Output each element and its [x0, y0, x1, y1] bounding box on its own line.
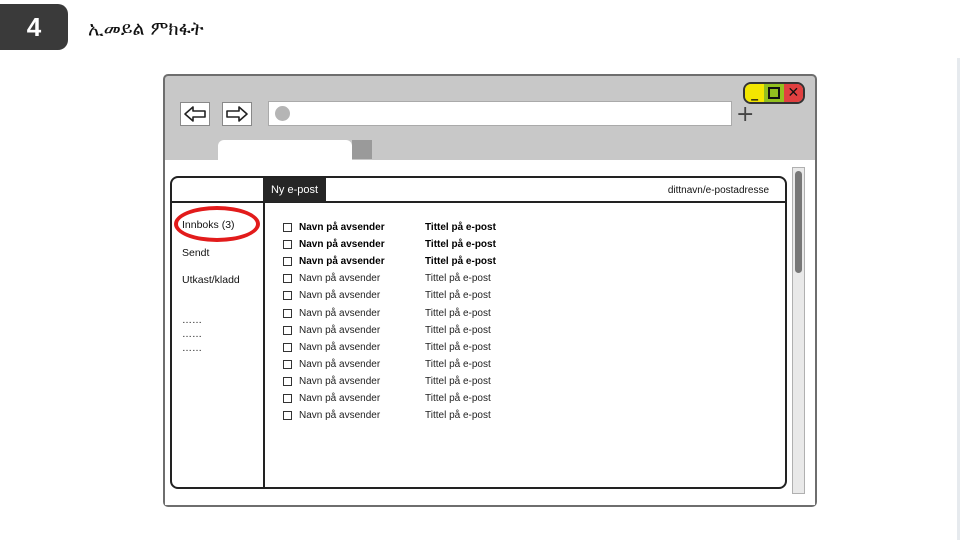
message-checkbox[interactable]	[283, 223, 292, 233]
message-subject: Tittel på e-post	[425, 324, 491, 336]
message-sender: Navn på avsender	[299, 307, 381, 319]
maximize-button[interactable]	[764, 84, 784, 102]
message-sender: Navn på avsender	[299, 392, 381, 404]
message-sender: Navn på avsender	[299, 256, 385, 268]
forward-button[interactable]	[222, 102, 252, 126]
message-sender: Navn på avsender	[299, 273, 381, 285]
message-checkbox[interactable]	[283, 359, 292, 369]
message-checkbox[interactable]	[283, 274, 292, 284]
folder-sidebar: Innboks (3) Sendt Utkast/kladd …… …… ……	[172, 203, 265, 487]
back-button[interactable]	[180, 102, 210, 126]
address-bar[interactable]	[268, 101, 732, 126]
message-checkbox[interactable]	[283, 411, 292, 421]
user-email-address: dittnavn/e-postadresse	[667, 185, 769, 196]
message-subject: Tittel på e-post	[425, 375, 491, 387]
message-subject: Tittel på e-post	[425, 358, 491, 370]
message-row[interactable]: Navn på avsender Tittel på e-post	[283, 407, 783, 424]
message-row[interactable]: Navn på avsender Tittel på e-post	[283, 339, 783, 356]
message-checkbox[interactable]	[283, 393, 292, 403]
message-row[interactable]: Navn på avsender Tittel på e-post	[283, 356, 783, 373]
close-icon: ✕	[787, 85, 800, 101]
message-row[interactable]: Navn på avsender Tittel på e-post	[283, 287, 783, 304]
message-checkbox[interactable]	[283, 240, 292, 250]
message-checkbox[interactable]	[283, 291, 292, 301]
step-badge: 4	[0, 4, 68, 50]
inbox-highlight-ring	[174, 206, 260, 242]
folder-drafts[interactable]: Utkast/kladd	[182, 274, 240, 286]
message-subject: Tittel på e-post	[425, 256, 496, 268]
compose-button[interactable]: Ny e-post	[263, 178, 326, 202]
tab-close-square[interactable]	[352, 140, 372, 159]
browser-tab[interactable]	[218, 140, 352, 161]
message-subject: Tittel på e-post	[425, 239, 496, 251]
mail-header: Ny e-post dittnavn/e-postadresse	[172, 178, 785, 203]
folder-placeholder[interactable]: ……	[182, 343, 202, 354]
window-controls: _ ✕	[743, 82, 805, 104]
message-row[interactable]: Navn på avsender Tittel på e-post	[283, 322, 783, 339]
arrow-left-icon	[184, 106, 206, 122]
slide-title: ኢመይል ምክፋት	[88, 18, 204, 40]
folder-placeholder[interactable]: ……	[182, 315, 202, 326]
site-info-icon	[275, 106, 290, 121]
message-checkbox[interactable]	[283, 376, 292, 386]
minimize-button[interactable]: _	[745, 84, 765, 102]
close-button[interactable]: ✕	[783, 84, 803, 102]
scrollbar-thumb[interactable]	[795, 171, 802, 273]
message-sender: Navn på avsender	[299, 222, 385, 234]
message-sender: Navn på avsender	[299, 290, 381, 302]
message-subject: Tittel på e-post	[425, 341, 491, 353]
message-subject: Tittel på e-post	[425, 273, 491, 285]
message-sender: Navn på avsender	[299, 358, 381, 370]
message-row[interactable]: Navn på avsender Tittel på e-post	[283, 390, 783, 407]
folder-placeholder[interactable]: ……	[182, 329, 202, 340]
message-checkbox[interactable]	[283, 308, 292, 318]
message-row[interactable]: Navn på avsender Tittel på e-post	[283, 236, 783, 253]
message-subject: Tittel på e-post	[425, 392, 491, 404]
new-tab-button[interactable]: +	[736, 104, 754, 126]
message-row[interactable]: Navn på avsender Tittel på e-post	[283, 304, 783, 321]
message-row[interactable]: Navn på avsender Tittel på e-post	[283, 253, 783, 270]
message-subject: Tittel på e-post	[425, 307, 491, 319]
message-checkbox[interactable]	[283, 257, 292, 267]
arrow-right-icon	[226, 106, 248, 122]
message-row[interactable]: Navn på avsender Tittel på e-post	[283, 219, 783, 236]
email-client: Ny e-post dittnavn/e-postadresse Innboks…	[170, 176, 787, 489]
slide: 4 ኢመይል ምክፋት _ ✕ + Ny e-post dittnavn/e-p…	[0, 0, 960, 540]
minimize-icon: _	[751, 85, 759, 101]
message-sender: Navn på avsender	[299, 341, 381, 353]
message-row[interactable]: Navn på avsender Tittel på e-post	[283, 373, 783, 390]
message-sender: Navn på avsender	[299, 410, 381, 422]
message-sender: Navn på avsender	[299, 239, 385, 251]
message-row[interactable]: Navn på avsender Tittel på e-post	[283, 270, 783, 287]
page-scrollbar[interactable]	[792, 167, 805, 494]
maximize-icon	[767, 87, 780, 99]
message-subject: Tittel på e-post	[425, 410, 491, 422]
message-checkbox[interactable]	[283, 342, 292, 352]
message-subject: Tittel på e-post	[425, 222, 496, 234]
folder-sent[interactable]: Sendt	[182, 247, 209, 259]
message-sender: Navn på avsender	[299, 375, 381, 387]
message-list: Navn på avsender Tittel på e-post Navn på…	[283, 219, 783, 424]
message-checkbox[interactable]	[283, 325, 292, 335]
message-subject: Tittel på e-post	[425, 290, 491, 302]
message-sender: Navn på avsender	[299, 324, 381, 336]
